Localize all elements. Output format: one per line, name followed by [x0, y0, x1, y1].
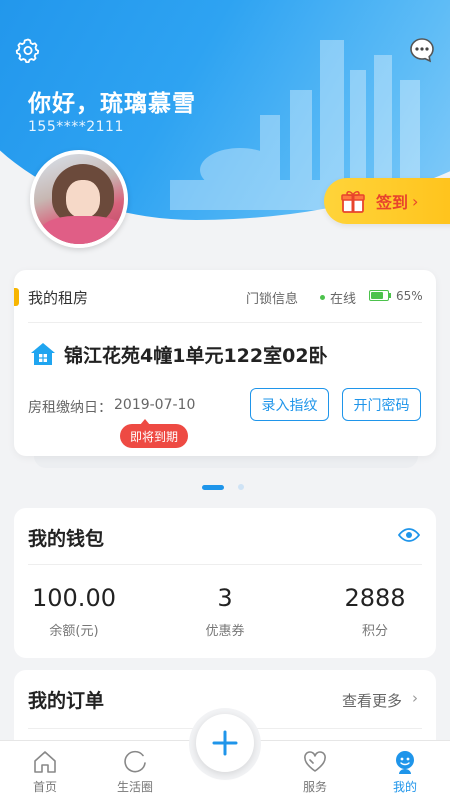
avatar[interactable] — [30, 150, 128, 248]
carousel-indicator — [202, 484, 244, 490]
wallet-title: 我的钱包 — [28, 528, 105, 550]
carousel-dot-active[interactable] — [202, 484, 224, 490]
checkin-label: 签到 — [376, 193, 409, 212]
points-value: 2888 — [344, 584, 406, 612]
home-icon — [31, 343, 55, 365]
chevron-right-icon[interactable]: › — [412, 689, 418, 707]
home-outline-icon — [34, 751, 56, 773]
coupon-label: 优惠券 — [205, 624, 245, 639]
coupon-stat[interactable]: 3 优惠券 — [165, 584, 285, 639]
checkin-button[interactable]: 签到 › — [324, 178, 450, 224]
points-stat[interactable]: 2888 积分 — [315, 584, 435, 639]
points-label: 积分 — [361, 624, 388, 639]
register-fingerprint-button[interactable]: 录入指纹 — [250, 388, 329, 421]
tab-home[interactable]: 首页 — [10, 741, 80, 800]
tab-label: 我的 — [392, 780, 417, 794]
circle-icon — [124, 750, 146, 773]
profile-page: 你好，琉璃慕雪 155****2111 签到 › 我的租房 门锁信息 在线 65… — [0, 0, 450, 800]
expiring-soon-badge: 即将到期 — [120, 419, 189, 448]
profile-icon — [396, 751, 414, 774]
gear-icon — [15, 38, 40, 63]
rent-due-label: 房租缴纳日： — [28, 400, 112, 416]
battery-icon — [369, 290, 389, 301]
tab-services[interactable]: 服务 — [280, 741, 350, 800]
eye-icon[interactable] — [398, 527, 420, 543]
door-password-button[interactable]: 开门密码 — [342, 388, 421, 421]
balance-label: 余额(元) — [49, 624, 99, 639]
divider — [28, 322, 422, 323]
settings-button[interactable] — [14, 36, 42, 64]
rental-card[interactable]: 我的租房 门锁信息 在线 65% 锦江花苑4幢1单元122室02卧 房租缴纳日：… — [14, 270, 436, 456]
chat-bubble-icon — [410, 38, 434, 63]
wallet-card: 我的钱包 100.00 余额(元) 3 优惠券 2888 积分 — [14, 508, 436, 658]
lock-info-label[interactable]: 门锁信息 — [246, 288, 298, 307]
tab-life-circle[interactable]: 生活圈 — [100, 741, 170, 800]
battery-level-fill — [371, 292, 383, 299]
balance-stat[interactable]: 100.00 余额(元) — [14, 584, 134, 639]
battery-cap — [389, 293, 391, 298]
chevron-right-icon: › — [412, 191, 419, 211]
message-button[interactable] — [408, 36, 436, 64]
plus-icon — [212, 730, 238, 756]
carousel-dot[interactable] — [238, 484, 244, 490]
gift-icon — [341, 191, 365, 213]
balance-value: 100.00 — [32, 584, 116, 612]
battery-percent: 65% — [396, 289, 423, 303]
add-button[interactable] — [196, 714, 254, 772]
rent-due-date: 2019-07-10 — [114, 397, 196, 413]
tab-mine[interactable]: 我的 — [370, 741, 440, 800]
orders-title: 我的订单 — [28, 690, 105, 712]
heart-icon — [304, 751, 326, 772]
online-status-dot — [320, 295, 325, 300]
tab-label: 服务 — [302, 780, 327, 794]
phone-number: 155****2111 — [28, 119, 124, 135]
greeting-text: 你好，琉璃慕雪 — [28, 91, 196, 117]
view-more-link[interactable]: 查看更多 — [342, 690, 402, 711]
rental-title: 我的租房 — [28, 289, 89, 307]
tab-label: 首页 — [32, 780, 57, 794]
section-accent-bar — [14, 288, 19, 306]
room-address: 锦江花苑4幢1单元122室02卧 — [64, 345, 328, 367]
lock-online-status: 在线 — [330, 292, 357, 307]
tab-label: 生活圈 — [116, 780, 153, 794]
divider — [28, 564, 422, 565]
coupon-value: 3 — [217, 584, 233, 612]
